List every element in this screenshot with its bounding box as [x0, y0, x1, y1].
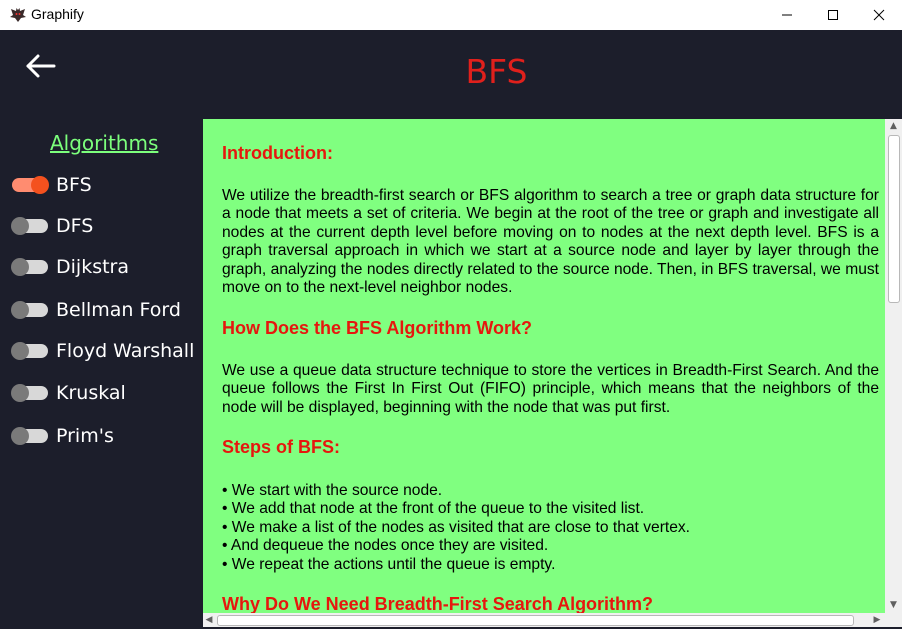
sidebar-item-kruskal[interactable]: Kruskal	[11, 379, 126, 407]
sidebar-item-dfs[interactable]: DFS	[11, 212, 94, 240]
scroll-thumb[interactable]	[888, 135, 900, 303]
section-paragraph: We use a queue data structure technique …	[222, 362, 879, 416]
sidebar-item-floyd-warshall[interactable]: Floyd Warshall	[11, 337, 195, 365]
content-panel: Introduction: We utilize the breadth-fir…	[203, 119, 885, 613]
sidebar-item-label: Bellman Ford	[56, 299, 181, 321]
toggle-switch[interactable]	[11, 342, 48, 360]
sidebar-item-label: Kruskal	[56, 382, 126, 404]
horizontal-scrollbar[interactable]: ◀ ▶	[203, 613, 885, 627]
algorithms-heading[interactable]: Algorithms	[50, 131, 158, 155]
section-heading: Steps of BFS:	[222, 437, 341, 457]
sidebar-item-label: Floyd Warshall	[56, 340, 195, 362]
sidebar-item-bfs[interactable]: BFS	[12, 171, 92, 199]
scroll-corner	[885, 613, 902, 627]
list-item: • We repeat the actions until the queue …	[222, 555, 556, 573]
steps-list: • We start with the source node. • We ad…	[222, 482, 690, 574]
scroll-thumb[interactable]	[217, 615, 854, 626]
sidebar-item-label: Dijkstra	[56, 256, 129, 278]
window-title: Graphify	[31, 6, 84, 22]
chevron-up-icon[interactable]: ▲	[885, 119, 902, 133]
section-heading: Why Do We Need Breadth-First Search Algo…	[222, 594, 654, 613]
chevron-down-icon[interactable]: ▼	[885, 598, 902, 612]
sidebar-item-label: DFS	[56, 215, 94, 237]
list-item: • We start with the source node.	[222, 482, 443, 499]
list-item: • We add that node at the front of the q…	[222, 500, 645, 518]
bat-icon	[10, 8, 26, 22]
section-heading: How Does the BFS Algorithm Work?	[222, 318, 533, 338]
list-item: • And dequeue the nodes once they are vi…	[222, 537, 549, 555]
toggle-switch[interactable]	[12, 176, 49, 194]
maximize-button[interactable]	[810, 0, 856, 30]
toggle-switch[interactable]	[11, 258, 48, 276]
toggle-switch[interactable]	[11, 301, 48, 319]
chevron-right-icon[interactable]: ▶	[871, 613, 883, 627]
maximize-icon	[828, 10, 838, 20]
section-heading: Introduction:	[222, 143, 333, 163]
title-bar: Graphify	[0, 0, 902, 30]
page-title: BFS	[465, 52, 528, 91]
sidebar-item-bellman-ford[interactable]: Bellman Ford	[11, 296, 181, 324]
toggle-switch[interactable]	[11, 217, 48, 235]
sidebar-item-label: Prim's	[56, 425, 114, 447]
vertical-scrollbar[interactable]: ▲ ▼	[885, 119, 902, 613]
minimize-icon	[782, 14, 792, 16]
list-item: • We make a list of the nodes as visited…	[222, 518, 691, 536]
chevron-left-icon[interactable]: ◀	[203, 613, 215, 627]
toggle-switch[interactable]	[11, 427, 48, 445]
arrow-left-icon[interactable]	[24, 52, 58, 80]
section-paragraph: We utilize the breadth-first search or B…	[222, 187, 879, 297]
toggle-switch[interactable]	[11, 384, 48, 402]
sidebar-item-dijkstra[interactable]: Dijkstra	[11, 253, 129, 281]
minimize-button[interactable]	[764, 0, 810, 30]
sidebar-item-prims[interactable]: Prim's	[11, 422, 114, 450]
close-button[interactable]	[856, 0, 902, 30]
close-icon	[873, 9, 885, 21]
sidebar-item-label: BFS	[56, 174, 92, 196]
